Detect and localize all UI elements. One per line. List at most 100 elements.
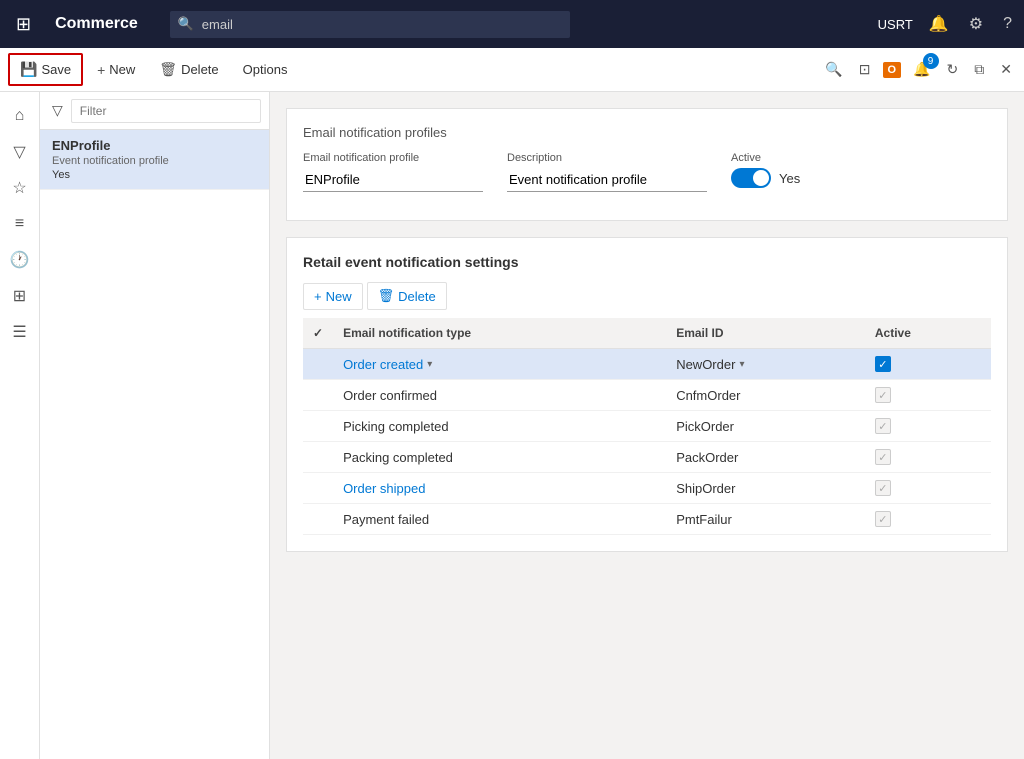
search-input[interactable] bbox=[170, 11, 570, 38]
row-email-id: PickOrder bbox=[666, 411, 865, 442]
list-item-title: ENProfile bbox=[52, 138, 257, 153]
active-value: Yes bbox=[779, 171, 800, 186]
email-id-text: NewOrder bbox=[676, 357, 735, 372]
active-checkbox[interactable]: ✓ bbox=[875, 418, 891, 434]
email-dropdown-arrow-icon: ▾ bbox=[739, 359, 744, 370]
grid-delete-button[interactable]: 🗑 Delete bbox=[367, 282, 447, 310]
row-active[interactable]: ✓ bbox=[865, 442, 991, 473]
table-row[interactable]: Picking completedPickOrder ✓ bbox=[303, 411, 991, 442]
row-active[interactable]: ✓ bbox=[865, 349, 991, 380]
grid-new-button[interactable]: + New bbox=[303, 283, 363, 310]
row-type: Order shipped bbox=[333, 473, 666, 504]
filter-sidebar-icon[interactable]: ▽ bbox=[4, 136, 36, 168]
active-checkbox[interactable]: ✓ bbox=[875, 511, 891, 527]
profile-input[interactable] bbox=[303, 168, 483, 192]
profile-field: Email notification profile bbox=[303, 152, 483, 192]
search-cmd-icon[interactable]: 🔍 bbox=[821, 57, 846, 82]
icon-container: ⊡ bbox=[855, 57, 875, 82]
bell-icon[interactable]: 🔔 bbox=[925, 10, 953, 38]
table-icon[interactable]: ⊞ bbox=[4, 280, 36, 312]
row-checkbox-cell bbox=[303, 349, 333, 380]
list-panel: ▽ ENProfile Event notification profile Y… bbox=[40, 92, 270, 759]
type-link[interactable]: Order created bbox=[343, 357, 423, 372]
row-checkbox-cell bbox=[303, 473, 333, 504]
waffle-icon[interactable]: ⊞ bbox=[8, 10, 39, 39]
list-panel-toolbar: ▽ bbox=[40, 92, 269, 130]
help-icon[interactable]: ? bbox=[999, 11, 1016, 37]
save-button[interactable]: 💾 Save bbox=[8, 53, 83, 86]
row-checkbox-cell bbox=[303, 380, 333, 411]
global-search: 🔍 bbox=[170, 11, 570, 38]
dropdown-arrow-icon: ▾ bbox=[427, 359, 432, 370]
row-active[interactable]: ✓ bbox=[865, 473, 991, 504]
top-nav: ⊞ Commerce 🔍 USRT 🔔 ⚙ ? bbox=[0, 0, 1024, 48]
col-active: Active bbox=[865, 318, 991, 349]
form-section: Email notification profiles Email notifi… bbox=[286, 108, 1008, 221]
main-layout: ⌂ ▽ ☆ ≡ 🕐 ⊞ ☰ ▽ ENProfile Event notifica… bbox=[0, 92, 1024, 759]
top-nav-right: USRT 🔔 ⚙ ? bbox=[878, 10, 1016, 38]
grid-section: Retail event notification settings + New… bbox=[286, 237, 1008, 552]
table-row[interactable]: Payment failedPmtFailur✓ bbox=[303, 504, 991, 535]
table-header-row: ✓ Email notification type Email ID Activ… bbox=[303, 318, 991, 349]
grid-icon[interactable]: ⊡ bbox=[855, 57, 875, 82]
row-email-id: NewOrder ▾ bbox=[666, 349, 865, 380]
office-icon: O bbox=[883, 62, 902, 78]
app-title: Commerce bbox=[47, 15, 146, 33]
gear-icon[interactable]: ⚙ bbox=[965, 10, 987, 38]
row-email-id: CnfmOrder bbox=[666, 380, 865, 411]
row-type: Packing completed bbox=[333, 442, 666, 473]
options-button[interactable]: Options bbox=[233, 56, 298, 83]
plus-grid-icon: + bbox=[314, 289, 322, 304]
active-checkbox[interactable]: ✓ bbox=[875, 387, 891, 403]
sidebar-icons: ⌂ ▽ ☆ ≡ 🕐 ⊞ ☰ bbox=[0, 92, 40, 759]
delete-grid-icon: 🗑 bbox=[378, 288, 395, 304]
row-type: Order created ▾ bbox=[333, 349, 666, 380]
star-icon[interactable]: ☆ bbox=[4, 172, 36, 204]
table-row[interactable]: Packing completedPackOrder ✓ bbox=[303, 442, 991, 473]
close-icon[interactable]: ✕ bbox=[996, 57, 1016, 82]
notification-badge: 9 bbox=[923, 53, 939, 69]
row-checkbox-cell bbox=[303, 411, 333, 442]
description-field: Description bbox=[507, 152, 707, 192]
new-button[interactable]: + New bbox=[87, 56, 145, 84]
section-title: Email notification profiles bbox=[303, 125, 991, 140]
row-active[interactable]: ✓ bbox=[865, 504, 991, 535]
row-active[interactable]: ✓ bbox=[865, 411, 991, 442]
filter-input[interactable] bbox=[71, 99, 261, 123]
lines-icon[interactable]: ☰ bbox=[4, 316, 36, 348]
delete-button[interactable]: 🗑 Delete bbox=[149, 55, 228, 84]
save-icon: 💾 bbox=[20, 61, 37, 78]
filter-icon[interactable]: ▽ bbox=[48, 98, 67, 123]
home-icon[interactable]: ⌂ bbox=[4, 100, 36, 132]
col-email-id: Email ID bbox=[666, 318, 865, 349]
row-type: Picking completed bbox=[333, 411, 666, 442]
active-toggle[interactable] bbox=[731, 168, 771, 188]
row-checkbox-cell bbox=[303, 504, 333, 535]
table-row[interactable]: Order shippedShipOrder ✓ bbox=[303, 473, 991, 504]
row-email-id: ShipOrder bbox=[666, 473, 865, 504]
row-active[interactable]: ✓ bbox=[865, 380, 991, 411]
description-input[interactable] bbox=[507, 168, 707, 192]
refresh-icon[interactable]: ↻ bbox=[943, 57, 963, 82]
list-icon[interactable]: ≡ bbox=[4, 208, 36, 240]
content-area: Email notification profiles Email notifi… bbox=[270, 92, 1024, 759]
toggle-knob bbox=[753, 170, 769, 186]
col-check: ✓ bbox=[303, 318, 333, 349]
open-new-icon[interactable]: ⧉ bbox=[970, 57, 988, 82]
notification-table: ✓ Email notification type Email ID Activ… bbox=[303, 318, 991, 535]
list-items: ENProfile Event notification profile Yes bbox=[40, 130, 269, 759]
active-checkbox[interactable]: ✓ bbox=[875, 356, 891, 372]
active-checkbox[interactable]: ✓ bbox=[875, 480, 891, 496]
active-label: Active bbox=[731, 152, 800, 164]
user-label: USRT bbox=[878, 17, 913, 32]
row-checkbox-cell bbox=[303, 442, 333, 473]
row-email-id: PackOrder bbox=[666, 442, 865, 473]
grid-section-title: Retail event notification settings bbox=[303, 254, 991, 270]
active-checkbox[interactable]: ✓ bbox=[875, 449, 891, 465]
command-bar-right: 🔍 ⊡ O 🔔 9 ↻ ⧉ ✕ bbox=[821, 57, 1016, 82]
clock-icon[interactable]: 🕐 bbox=[4, 244, 36, 276]
table-row[interactable]: Order created ▾NewOrder ▾✓ bbox=[303, 349, 991, 380]
list-item[interactable]: ENProfile Event notification profile Yes bbox=[40, 130, 269, 190]
table-row[interactable]: Order confirmedCnfmOrder✓ bbox=[303, 380, 991, 411]
list-item-subtitle: Event notification profile bbox=[52, 155, 257, 167]
